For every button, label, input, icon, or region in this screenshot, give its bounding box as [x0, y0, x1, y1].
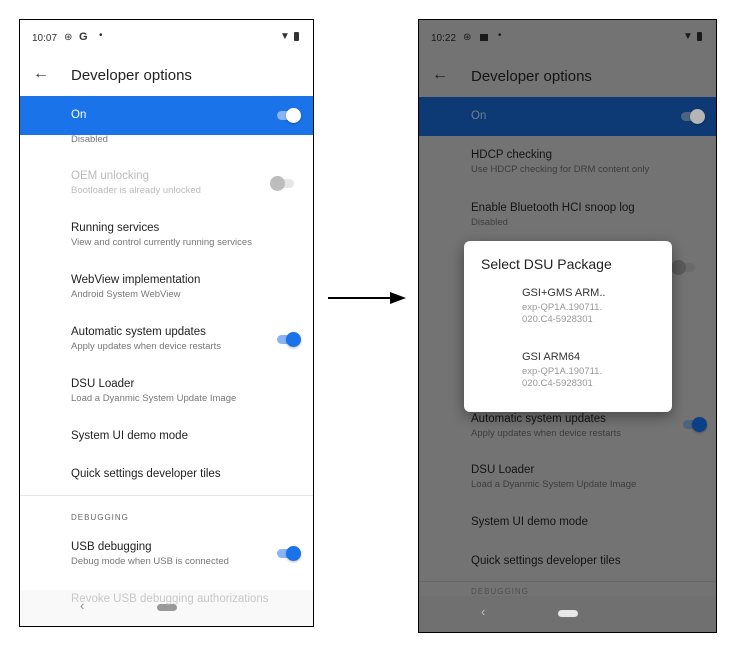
item-title: Automatic system updates	[471, 413, 606, 425]
item-title: WebView implementation	[71, 274, 201, 286]
item-title: DSU Loader	[71, 378, 135, 390]
item-summary: Android System WebView	[71, 289, 181, 300]
nav-back-icon[interactable]: ‹	[481, 604, 485, 619]
automatic-updates-toggle[interactable]	[683, 416, 707, 432]
master-toggle[interactable]	[681, 108, 705, 124]
usb-debugging-toggle[interactable]	[277, 545, 301, 561]
battery-icon	[294, 32, 299, 41]
back-arrow-icon[interactable]: ←	[432, 66, 448, 84]
page-title: Developer options	[71, 67, 192, 84]
item-title: HDCP checking	[471, 149, 552, 161]
dot-icon: •	[99, 30, 103, 41]
battery-icon	[697, 32, 702, 41]
select-dsu-dialog: Select DSU Package GSI+GMS ARM.. exp-QP1…	[464, 241, 672, 412]
image-icon	[480, 34, 488, 41]
item-title: USB debugging	[71, 541, 152, 553]
list-item-system-ui-demo[interactable]: System UI demo mode	[471, 516, 588, 528]
google-g-icon: G	[79, 31, 88, 43]
master-switch-bar[interactable]: On	[20, 96, 313, 135]
item-title: OEM unlocking	[71, 170, 149, 182]
item-summary: Disabled	[471, 217, 508, 228]
item-summary: Apply updates when device restarts	[71, 341, 221, 352]
item-summary: View and control currently running servi…	[71, 237, 252, 248]
right-arrow-icon	[328, 292, 406, 304]
dot-icon: •	[498, 30, 502, 41]
master-switch-label: On	[471, 110, 487, 122]
option-version: exp-QP1A.190711. 020.C4-5928301	[522, 366, 603, 389]
wifi-icon: ▼	[280, 31, 290, 42]
item-summary: Load a Dyanmic System Update Image	[471, 479, 637, 490]
oem-toggle	[270, 175, 294, 191]
item-title: Enable Bluetooth HCI snoop log	[471, 202, 635, 214]
partial-summary: Disabled	[71, 134, 108, 145]
sync-icon: ⊛	[463, 32, 472, 43]
option-version: exp-QP1A.190711. 020.C4-5928301	[522, 302, 603, 325]
section-header-debugging: DEBUGGING	[471, 587, 529, 596]
nav-home-pill[interactable]	[558, 610, 578, 617]
item-title: Automatic system updates	[71, 326, 206, 338]
item-title: DSU Loader	[471, 464, 535, 476]
phone-screen-after: 10:22 ⊛ • ▼ ← Developer options On HDCP …	[418, 19, 717, 633]
list-item-system-ui-demo[interactable]: System UI demo mode	[71, 430, 188, 442]
item-summary: Bootloader is already unlocked	[71, 185, 201, 196]
nav-home-pill[interactable]	[157, 604, 177, 611]
phone-screen-before: 10:07 ⊛ G • ▼ ← Developer options Disabl…	[19, 19, 314, 627]
page-title: Developer options	[471, 68, 592, 85]
option-name: GSI+GMS ARM..	[522, 287, 606, 299]
back-arrow-icon[interactable]: ←	[33, 65, 49, 83]
item-title: Running services	[71, 222, 160, 234]
status-time: 10:07	[32, 33, 58, 44]
master-toggle[interactable]	[277, 107, 301, 123]
item-summary: Debug mode when USB is connected	[71, 556, 229, 567]
divider	[20, 495, 313, 496]
item-summary: Apply updates when device restarts	[471, 428, 621, 439]
sync-icon: ⊛	[64, 32, 73, 43]
master-switch-label: On	[71, 109, 87, 121]
navigation-bar: ‹	[419, 596, 716, 632]
wifi-icon: ▼	[683, 31, 693, 42]
section-header-debugging: DEBUGGING	[71, 513, 129, 522]
divider	[419, 581, 716, 582]
dialog-title: Select DSU Package	[481, 256, 612, 272]
list-item-quick-settings-tiles[interactable]: Quick settings developer tiles	[471, 555, 621, 567]
item-summary: Load a Dyanmic System Update Image	[71, 393, 237, 404]
item-summary: Use HDCP checking for DRM content only	[471, 164, 650, 175]
list-item-revoke-usb[interactable]: Revoke USB debugging authorizations	[71, 593, 269, 605]
automatic-updates-toggle[interactable]	[277, 331, 301, 347]
list-item-quick-settings-tiles[interactable]: Quick settings developer tiles	[71, 468, 221, 480]
status-time: 10:22	[431, 33, 457, 44]
master-switch-bar[interactable]: On	[419, 97, 716, 136]
hidden-toggle	[671, 259, 695, 275]
option-name: GSI ARM64	[522, 351, 581, 363]
